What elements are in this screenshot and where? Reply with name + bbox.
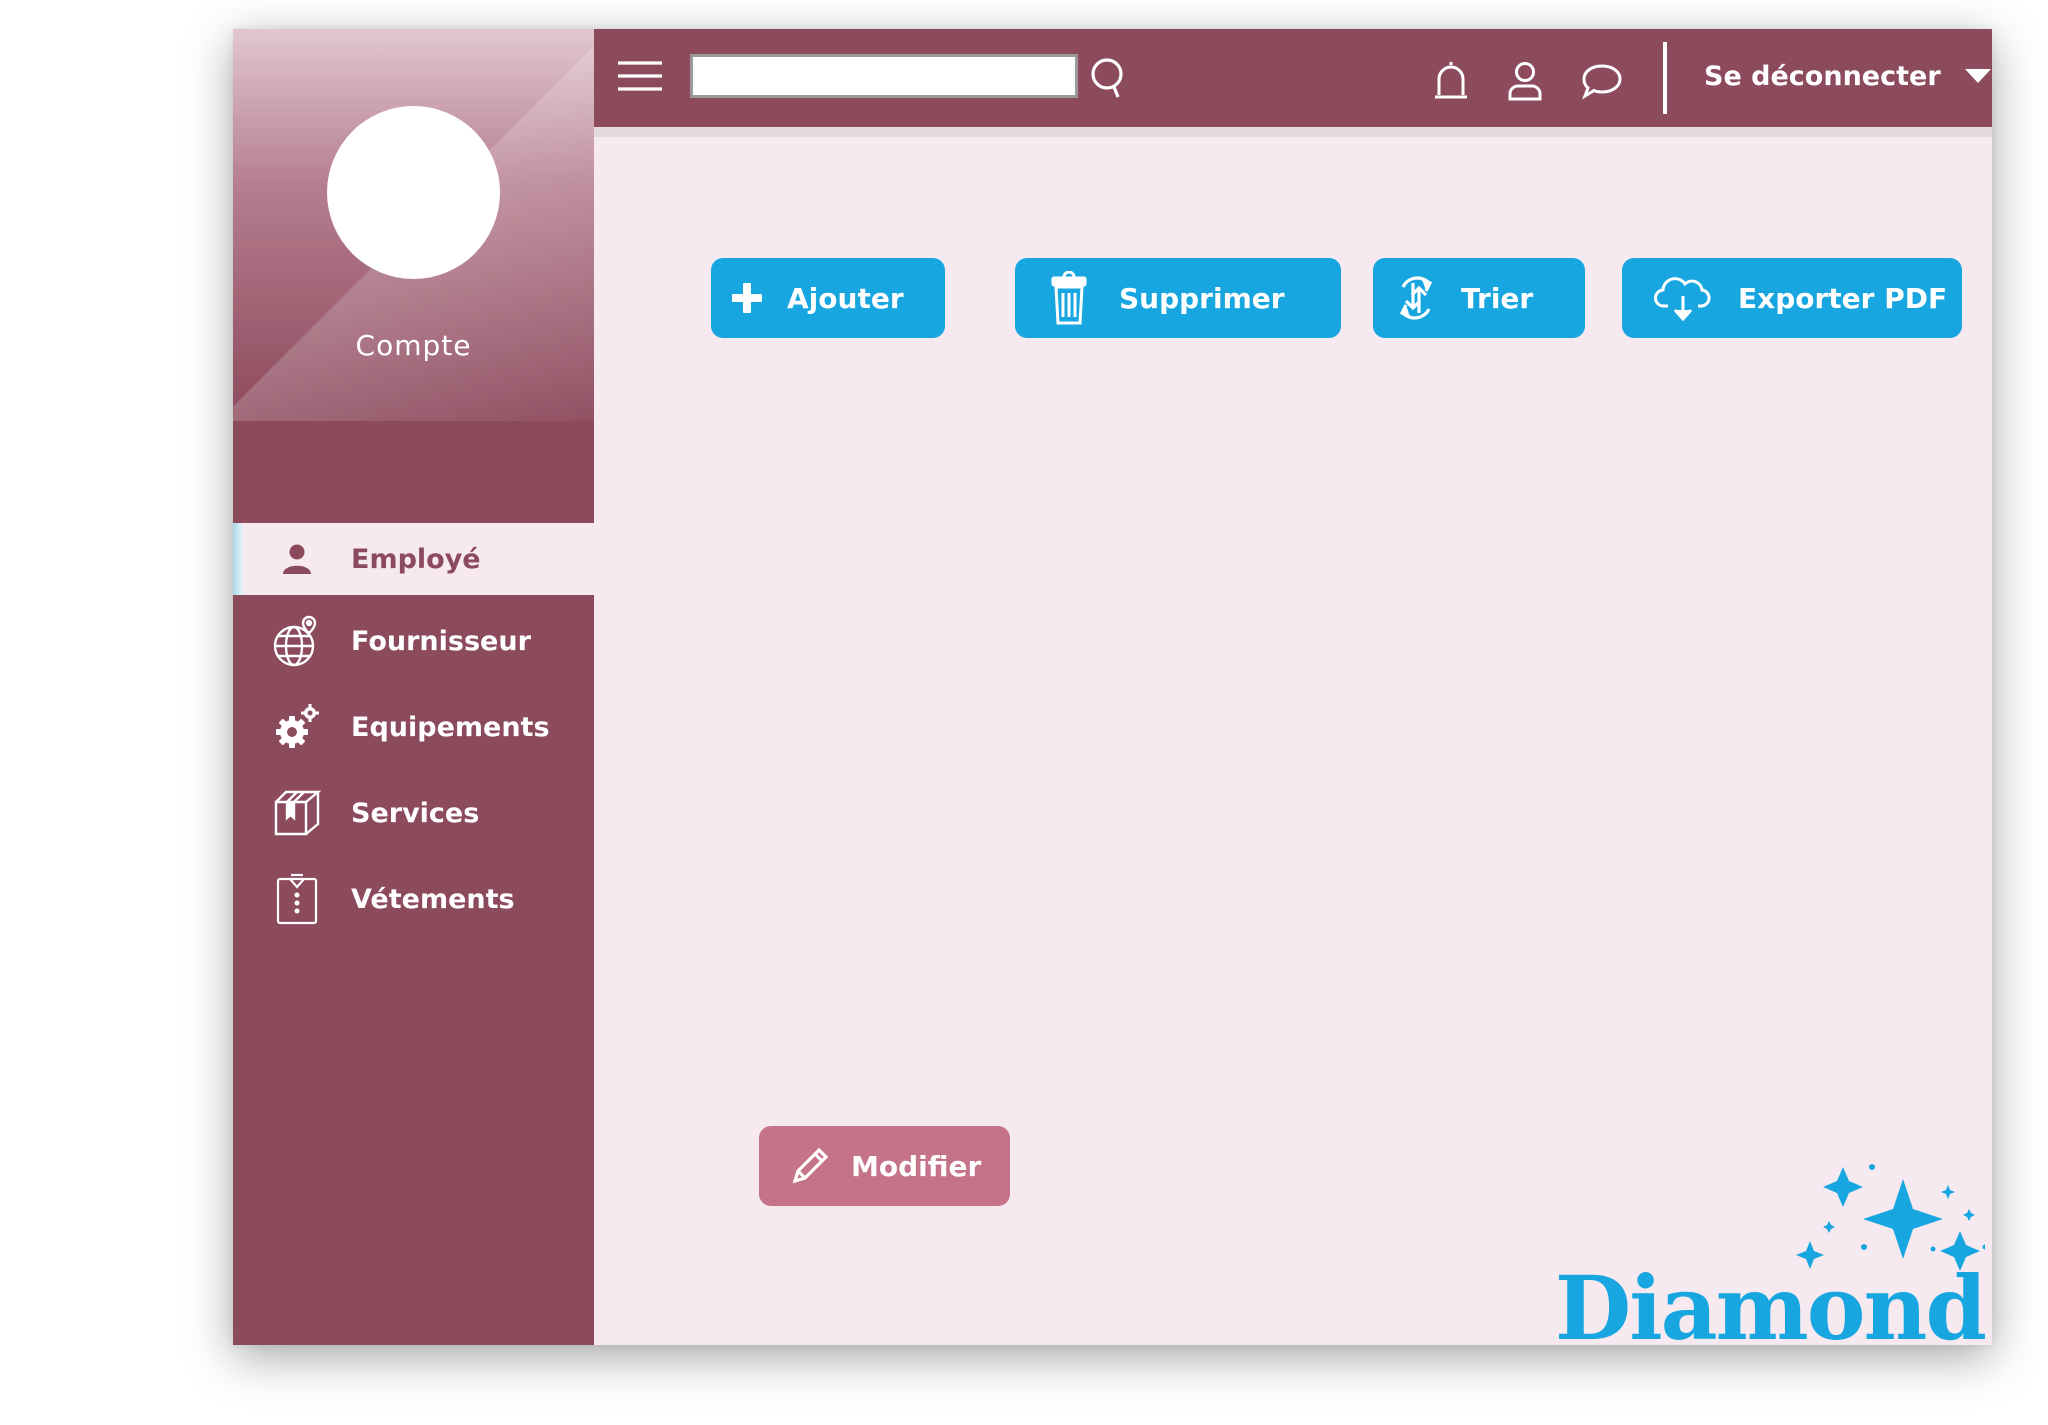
cloud-download-icon: [1654, 274, 1712, 322]
sidebar-item-fournisseur[interactable]: Fournisseur: [233, 605, 594, 677]
pencil-icon: [789, 1145, 831, 1187]
sort-button[interactable]: Trier: [1373, 258, 1585, 338]
sidebar: Compte Employé Fournisseur Equipements S…: [233, 29, 594, 1345]
avatar[interactable]: [327, 106, 500, 279]
sidebar-item-vetements[interactable]: Vétements: [233, 863, 594, 935]
sidebar-item-label: Services: [351, 797, 480, 829]
plus-icon: [729, 280, 765, 316]
shirt-icon: [271, 873, 323, 925]
sidebar-item-equipements[interactable]: Equipements: [233, 691, 594, 763]
sidebar-item-services[interactable]: Services: [233, 777, 594, 849]
sidebar-item-label: Equipements: [351, 711, 550, 743]
hamburger-menu-icon[interactable]: [616, 59, 664, 93]
topbar-divider: [1663, 42, 1667, 114]
search-icon[interactable]: [1088, 57, 1128, 101]
sidebar-item-label: Employé: [351, 543, 481, 575]
add-button[interactable]: Ajouter: [711, 258, 945, 338]
brand-logo: Diamond Shine: [1305, 1129, 1987, 1345]
logout-label: Se déconnecter: [1704, 60, 1941, 92]
search-input[interactable]: [690, 54, 1078, 98]
export-pdf-button[interactable]: Exporter PDF: [1622, 258, 1962, 338]
edit-button[interactable]: Modifier: [759, 1126, 1010, 1206]
logout-dropdown[interactable]: Se déconnecter: [1704, 53, 1991, 99]
sidebar-item-label: Vétements: [351, 883, 515, 915]
globe-pin-icon: [271, 615, 323, 667]
add-label: Ajouter: [787, 281, 904, 315]
sort-arrows-icon: [1395, 275, 1437, 321]
profile-panel: Compte: [233, 29, 594, 421]
delete-label: Supprimer: [1119, 281, 1285, 315]
export-label: Exporter PDF: [1738, 281, 1948, 315]
account-label[interactable]: Compte: [233, 329, 594, 362]
user-icon[interactable]: [1506, 59, 1544, 103]
app-window: Compte Employé Fournisseur Equipements S…: [233, 29, 1992, 1345]
delete-button[interactable]: Supprimer: [1015, 258, 1341, 338]
user-icon: [271, 533, 323, 585]
sidebar-item-employe[interactable]: Employé: [233, 523, 594, 595]
sort-label: Trier: [1461, 281, 1534, 315]
gears-icon: [271, 701, 323, 753]
box-icon: [271, 787, 323, 839]
sidebar-item-label: Fournisseur: [351, 625, 531, 657]
chat-bubble-icon[interactable]: [1580, 61, 1624, 101]
edit-label: Modifier: [851, 1149, 982, 1183]
caret-down-icon: [1964, 69, 1991, 83]
brand-name: Diamond Shine: [1554, 1256, 1987, 1345]
bell-icon[interactable]: [1432, 59, 1470, 103]
topbar: Se déconnecter: [594, 29, 1992, 137]
trash-icon: [1051, 271, 1087, 325]
